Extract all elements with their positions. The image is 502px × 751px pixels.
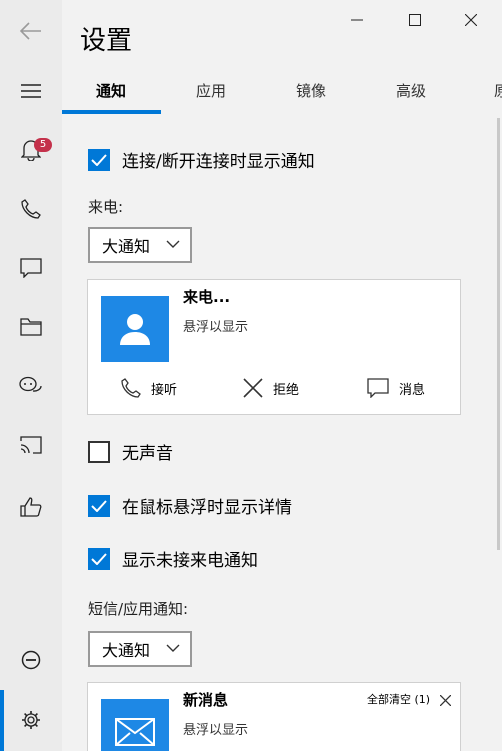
cast-icon — [20, 436, 42, 454]
call-notification-preview: 来电... 悬浮以显示 接听 拒绝 消息 — [87, 279, 461, 415]
connect-notify-label: 连接/断开连接时显示通知 — [122, 152, 315, 172]
active-tab-indicator — [62, 110, 161, 114]
tab-mirroring[interactable]: 镜像 — [296, 80, 326, 101]
phone-icon — [121, 378, 141, 398]
close-button[interactable] — [448, 4, 494, 36]
hover-details-option[interactable]: 在鼠标悬浮时显示详情 — [88, 493, 292, 518]
call-preview-title: 来电... — [183, 288, 231, 306]
nav-messages[interactable] — [0, 244, 62, 292]
close-icon — [243, 378, 263, 398]
close-icon — [465, 14, 477, 26]
call-preview-subtitle: 悬浮以显示 — [183, 320, 249, 335]
message-preview-subtitle: 悬浮以显示 — [183, 723, 249, 738]
sidebar: 5 — [0, 0, 62, 751]
decline-label: 拒绝 — [273, 382, 300, 398]
chat-bubbles-icon — [19, 376, 42, 392]
mute-option[interactable]: 无声音 — [88, 439, 173, 464]
checkmark-icon — [91, 153, 107, 166]
message-avatar — [101, 699, 169, 751]
minus-circle-icon — [21, 650, 41, 670]
gear-icon — [22, 711, 40, 729]
nav-files[interactable] — [0, 303, 62, 351]
missed-call-option[interactable]: 显示未接来电通知 — [88, 546, 258, 571]
tab-apps[interactable]: 应用 — [196, 80, 226, 101]
chevron-down-icon — [166, 644, 180, 652]
checkmark-icon — [91, 552, 107, 565]
minimize-button[interactable] — [334, 4, 380, 36]
back-arrow-icon — [20, 22, 41, 40]
nav-chat[interactable] — [0, 362, 62, 410]
main-panel: 设置 通知 应用 镜像 高级 原 连接/断开连接时显示通知 来电: 大通知 来电… — [62, 0, 502, 751]
tab-bar: 通知 应用 镜像 高级 原 — [62, 80, 502, 114]
thumbs-up-icon — [20, 497, 42, 517]
nav-feedback[interactable] — [0, 483, 62, 531]
missed-call-checkbox[interactable] — [88, 547, 110, 570]
maximize-button[interactable] — [392, 4, 438, 36]
nav-disconnect[interactable] — [0, 636, 62, 684]
hamburger-icon — [21, 84, 41, 98]
sms-notify-dropdown[interactable]: 大通知 — [88, 631, 192, 667]
nav-cast[interactable] — [0, 421, 62, 469]
connect-notify-option[interactable]: 连接/断开连接时显示通知 — [88, 147, 315, 172]
checkmark-icon — [91, 499, 107, 512]
message-action: 消息 — [367, 378, 425, 398]
close-icon[interactable] — [440, 695, 451, 706]
incoming-call-label: 来电: — [88, 198, 124, 216]
maximize-icon — [409, 14, 421, 26]
scrollbar[interactable] — [497, 118, 500, 550]
tab-advanced[interactable]: 高级 — [396, 80, 426, 101]
page-title: 设置 — [80, 26, 133, 56]
incoming-call-dropdown[interactable]: 大通知 — [88, 227, 192, 263]
mute-label: 无声音 — [122, 444, 173, 464]
message-icon — [367, 378, 389, 398]
minimize-icon — [351, 19, 363, 21]
person-icon — [120, 314, 150, 345]
folder-icon — [20, 318, 42, 336]
phone-icon — [21, 199, 41, 219]
nav-calls[interactable] — [0, 185, 62, 233]
sms-notify-dropdown-value: 大通知 — [102, 641, 151, 660]
missed-call-label: 显示未接来电通知 — [122, 551, 258, 571]
back-button[interactable] — [0, 7, 62, 55]
message-preview-title: 新消息 — [183, 691, 229, 709]
incoming-call-dropdown-value: 大通知 — [102, 237, 151, 256]
envelope-icon — [115, 718, 155, 746]
sms-notify-label: 短信/应用通知: — [88, 600, 189, 618]
hover-details-checkbox[interactable] — [88, 494, 110, 517]
message-notification-preview: 新消息 悬浮以显示 全部清空 (1) — [87, 682, 461, 751]
notification-badge: 5 — [34, 138, 52, 152]
message-icon — [20, 258, 42, 278]
mute-checkbox[interactable] — [88, 440, 110, 463]
hover-details-label: 在鼠标悬浮时显示详情 — [122, 498, 292, 518]
tab-notifications[interactable]: 通知 — [96, 80, 126, 101]
caller-avatar — [101, 296, 169, 362]
message-label: 消息 — [399, 382, 426, 398]
nav-settings[interactable] — [0, 696, 62, 744]
answer-action: 接听 — [121, 378, 177, 398]
nav-notifications[interactable]: 5 — [0, 126, 62, 174]
connect-notify-checkbox[interactable] — [88, 148, 110, 171]
tab-overflow[interactable]: 原 — [494, 80, 502, 101]
chevron-down-icon — [166, 240, 180, 248]
decline-action: 拒绝 — [243, 378, 299, 398]
clear-all-button[interactable]: 全部清空 (1) — [367, 691, 430, 707]
menu-button[interactable] — [0, 67, 62, 115]
answer-label: 接听 — [151, 382, 178, 398]
